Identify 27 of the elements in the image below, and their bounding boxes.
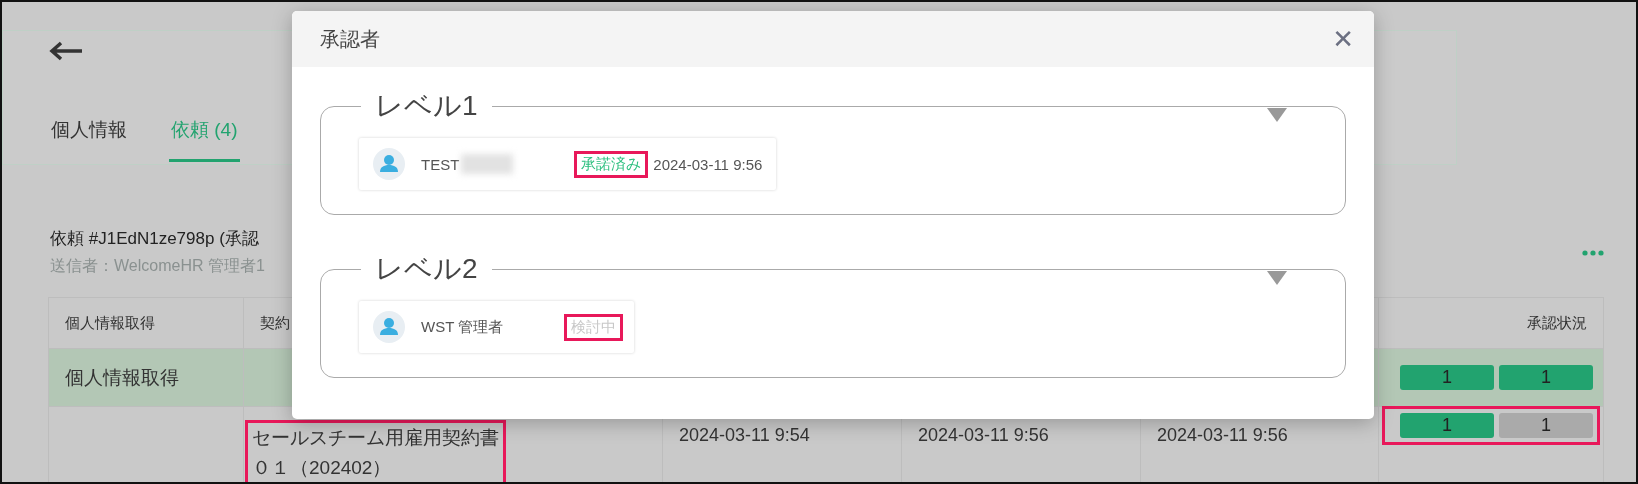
column-header: 契約 (260, 313, 290, 331)
back-arrow-icon[interactable] (49, 41, 83, 61)
level-label: レベル2 (374, 253, 479, 285)
more-icon[interactable] (1582, 250, 1604, 256)
dialog-title: 承認者 (320, 26, 380, 52)
count-badge: 1 (1499, 365, 1593, 390)
approver-name: TEST (421, 155, 460, 173)
user-avatar-icon (373, 148, 405, 180)
tab[interactable]: 個人情報 (49, 113, 129, 162)
document-name: セールスチーム用雇用契約書０１（202402） (248, 423, 503, 482)
approval-date: 2024-03-11 9:56 (653, 155, 763, 173)
group-label: 個人情報取得 (65, 366, 179, 388)
status-label: 承諾済み (577, 153, 646, 175)
request-title: 依頼 #J1EdN1ze798p (承認 (50, 228, 259, 250)
count-badge: 1 (1400, 413, 1494, 438)
date-text: 2024-03-11 9:56 (1157, 425, 1288, 446)
date-text: 2024-03-11 9:56 (918, 425, 1049, 446)
column-header: 個人情報取得 (65, 313, 155, 331)
sender-text: 送信者：WelcomeHR 管理者1 (50, 256, 265, 276)
user-avatar-icon (373, 311, 405, 343)
count-badge: 1 (1499, 413, 1593, 438)
count-badge: 1 (1400, 365, 1494, 390)
level-label: レベル1 (374, 90, 479, 122)
date-text: 2024-03-11 9:54 (679, 425, 810, 446)
close-button[interactable]: ✕ (1328, 24, 1358, 54)
column-header: 承認状況 (1527, 313, 1587, 331)
approver-name: WST 管理者 (421, 317, 504, 337)
